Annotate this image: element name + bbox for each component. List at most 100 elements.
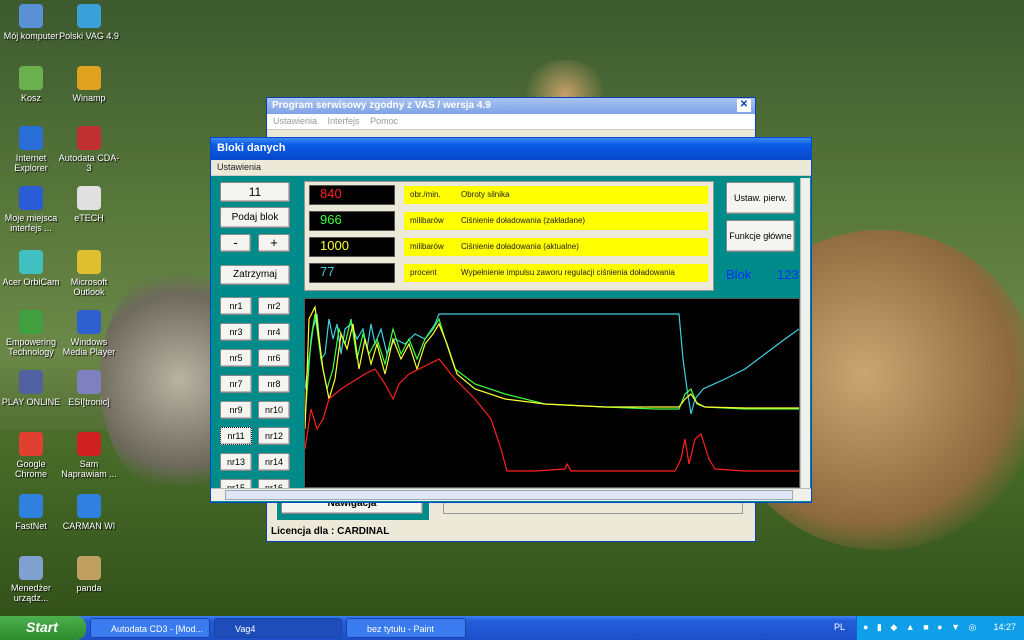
- main-functions-button[interactable]: Funkcje główne: [726, 220, 795, 252]
- desktop-shortcut-label: Winamp: [72, 93, 106, 103]
- menu-pomoc[interactable]: Pomoc: [370, 116, 398, 126]
- graph-hscrollbar[interactable]: [211, 488, 811, 501]
- carman-icon: [77, 494, 101, 518]
- fastnet-icon: [19, 494, 43, 518]
- block-number-display: 11: [220, 182, 290, 202]
- winamp-icon: [77, 66, 101, 90]
- desktop-shortcut[interactable]: Sam Naprawiam ...: [58, 432, 120, 479]
- tray-icons[interactable]: ● ▮ ◆ ▲ ■ ● ▼ ◎: [863, 622, 979, 633]
- series-cyan: [305, 313, 799, 415]
- desktop-shortcut-label: Windows Media Player: [62, 337, 116, 357]
- desktop-shortcut[interactable]: FastNet: [0, 494, 62, 531]
- close-icon[interactable]: ✕: [737, 99, 751, 112]
- bluetooth-icon: [19, 186, 43, 210]
- graph-svg: [305, 304, 799, 472]
- desktop-shortcut[interactable]: Winamp: [58, 66, 120, 103]
- reading-value: 77: [309, 263, 395, 283]
- desktop-shortcut[interactable]: Menedżer urządz...: [0, 556, 62, 603]
- reading-label-row: procent Wypełnienie impulsu zaworu regula…: [404, 264, 708, 282]
- block-button-nr3[interactable]: nr3: [220, 323, 252, 341]
- block-button-nr7[interactable]: nr7: [220, 375, 252, 393]
- block-button-nr1[interactable]: nr1: [220, 297, 252, 315]
- desktop-shortcut-label: Autodata CDA-3: [58, 153, 120, 173]
- play-online-icon: [19, 370, 43, 394]
- desktop-shortcut[interactable]: ESI[tronic]: [58, 370, 120, 407]
- start-button[interactable]: Start: [0, 616, 86, 640]
- desktop-shortcut[interactable]: Polski VAG 4.9: [58, 4, 120, 41]
- license-label: Licencja dla : CARDINAL: [271, 526, 390, 537]
- live-graph: [304, 298, 800, 488]
- task-vag4[interactable]: Vag4: [214, 618, 342, 638]
- menu-ustawienia-main[interactable]: Ustawienia: [217, 162, 261, 172]
- graph-vscrollbar[interactable]: [800, 178, 810, 488]
- data-blocks-menubar: Ustawienia: [211, 160, 811, 176]
- stop-button[interactable]: Zatrzymaj: [220, 265, 290, 285]
- minus-button[interactable]: -: [220, 234, 251, 252]
- desktop-shortcut[interactable]: Mój komputer: [0, 4, 62, 41]
- block-button-nr10[interactable]: nr10: [258, 401, 290, 419]
- desktop-shortcut[interactable]: Google Chrome: [0, 432, 62, 479]
- menu-interfejs[interactable]: Interfejs: [328, 116, 360, 126]
- reading-unit: procent: [410, 268, 437, 277]
- block-button-nr5[interactable]: nr5: [220, 349, 252, 367]
- desktop-shortcut[interactable]: Moje miejsca interfejs ...: [0, 186, 62, 233]
- taskbar: Start Autodata CD3 - [Mod... Vag4 bez ty…: [0, 616, 1024, 640]
- desktop-shortcut[interactable]: Internet Explorer: [0, 126, 62, 173]
- vag-main-window-title[interactable]: Program serwisowy zgodny z VAS / wersja …: [267, 98, 755, 114]
- data-blocks-window[interactable]: Bloki danych Ustawienia 11 Podaj blok - …: [210, 137, 812, 503]
- desktop-shortcut[interactable]: Empowering Technology: [0, 310, 62, 357]
- internet-explorer-icon: [19, 126, 43, 150]
- desktop-shortcut-label: Menedżer urządz...: [10, 583, 52, 603]
- desktop-shortcut-label: Google Chrome: [14, 459, 47, 479]
- data-blocks-title-bar[interactable]: Bloki danych: [211, 138, 811, 160]
- desktop-shortcut[interactable]: Acer OrbiCam: [0, 250, 62, 287]
- block-button-nr8[interactable]: nr8: [258, 375, 290, 393]
- panda-icon: [77, 556, 101, 580]
- desktop-shortcut[interactable]: eTECH: [58, 186, 120, 223]
- desktop-shortcut-label: Sam Naprawiam ...: [61, 459, 117, 479]
- desktop-shortcut-label: Empowering Technology: [5, 337, 57, 357]
- language-indicator[interactable]: PL: [834, 622, 845, 632]
- block-button-nr9[interactable]: nr9: [220, 401, 252, 419]
- reading-description: Ciśnienie doładowania (aktualne): [461, 242, 579, 251]
- desktop-shortcut[interactable]: CARMAN WI: [58, 494, 120, 531]
- desktop-shortcut[interactable]: Microsoft Outlook: [58, 250, 120, 297]
- desktop-shortcut-label: PLAY ONLINE: [1, 397, 61, 407]
- block-button-nr13[interactable]: nr13: [220, 453, 252, 471]
- reading-description: Obroty silnika: [461, 190, 510, 199]
- reading-label-row: milibarów Ciśnienie doładowania (zakładan…: [404, 212, 708, 230]
- block-button-nr6[interactable]: nr6: [258, 349, 290, 367]
- desktop-shortcut[interactable]: Autodata CDA-3: [58, 126, 120, 173]
- series-red: [305, 358, 799, 472]
- desktop-shortcut[interactable]: panda: [58, 556, 120, 593]
- reading-description: Wypełnienie impulsu zaworu regulacji ciś…: [461, 268, 675, 277]
- plus-button[interactable]: +: [258, 234, 290, 252]
- desktop-shortcut[interactable]: PLAY ONLINE: [0, 370, 62, 407]
- desktop-shortcut-label: ESI[tronic]: [68, 397, 110, 407]
- block-button-nr4[interactable]: nr4: [258, 323, 290, 341]
- reading-value: 1000: [309, 237, 395, 257]
- reading-value: 840: [309, 185, 395, 205]
- block-button-nr11[interactable]: nr11: [220, 427, 252, 445]
- menu-ustawienia[interactable]: Ustawienia: [273, 116, 317, 126]
- desktop-shortcut-label: Acer OrbiCam: [2, 277, 60, 287]
- desktop-shortcut-label: panda: [76, 583, 102, 593]
- vag-app-icon: [77, 4, 101, 28]
- block-button-nr14[interactable]: nr14: [258, 453, 290, 471]
- task-paint[interactable]: bez tytułu - Paint: [346, 618, 466, 638]
- esitronic-icon: [77, 370, 101, 394]
- block-button-nr12[interactable]: nr12: [258, 427, 290, 445]
- get-block-button[interactable]: Podaj blok: [220, 207, 290, 228]
- task-autodata[interactable]: Autodata CD3 - [Mod...: [90, 618, 210, 638]
- reading-label-row: milibarów Ciśnienie doładowania (aktualne…: [404, 238, 708, 256]
- pdf-icon: [77, 432, 101, 456]
- settings-button[interactable]: Ustaw. pierw.: [726, 182, 795, 214]
- desktop-shortcut[interactable]: Windows Media Player: [58, 310, 120, 357]
- blok-value: 123: [777, 267, 799, 282]
- vag-main-window-title-text: Program serwisowy zgodny z VAS / wersja …: [272, 100, 491, 111]
- block-button-nr2[interactable]: nr2: [258, 297, 290, 315]
- desktop-shortcut[interactable]: Kosz: [0, 66, 62, 103]
- hscroll-thumb[interactable]: [225, 490, 793, 500]
- desktop-shortcut-label: Polski VAG 4.9: [59, 31, 119, 41]
- clock: 14:27: [993, 622, 1016, 632]
